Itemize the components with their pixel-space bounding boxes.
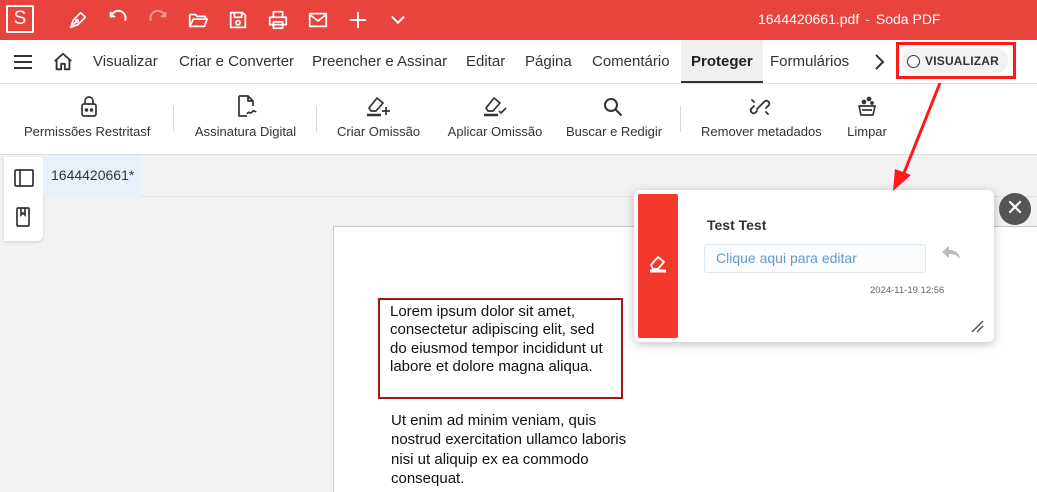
comment-date: 2024-11-19 12:56 (870, 285, 945, 296)
ribbon-label: Criar Omissão (337, 124, 421, 139)
redaction-paragraph[interactable]: Lorem ipsum dolor sit amet, consectetur … (378, 298, 623, 399)
eraser-check-icon (447, 84, 543, 120)
chevron-down-icon[interactable] (386, 8, 410, 32)
title-bar: S 1644420661.pdf - Soda PDF (0, 0, 1037, 40)
search-icon (566, 84, 660, 120)
print-icon[interactable] (266, 8, 290, 32)
ribbon-aplicar-omissao-button[interactable]: Aplicar Omissão (447, 84, 543, 154)
pen-icon[interactable] (66, 8, 90, 32)
ribbon-label: Aplicar Omissão (447, 124, 543, 139)
plus-icon[interactable] (346, 8, 370, 32)
ribbon-label: Permissões Restritasf (24, 124, 151, 139)
ribbon-buscar-redigir-button[interactable]: Buscar e Redigir (566, 84, 663, 154)
resize-handle-icon[interactable] (970, 319, 984, 338)
save-icon[interactable] (226, 8, 250, 32)
clean-icon (847, 84, 887, 120)
ribbon-label: Limpar (847, 124, 887, 139)
close-icon (1008, 200, 1022, 219)
app-name: Soda PDF (875, 11, 941, 27)
ribbon-criar-omissao-button[interactable]: Criar Omissão (337, 84, 421, 154)
ribbon-remover-metadados-button[interactable]: Remover metadados (701, 84, 822, 154)
menu-editar[interactable]: Editar (466, 40, 505, 83)
left-panel-rail (4, 157, 43, 241)
home-icon[interactable] (52, 51, 74, 78)
ribbon-divider (173, 106, 174, 132)
file-name: 1644420661.pdf (758, 11, 860, 27)
ribbon-permissoes-button[interactable]: Permissões Restritasf (24, 84, 154, 154)
comment-edit-field[interactable]: Clique aqui para editar (704, 244, 926, 273)
menu-pagina[interactable]: Página (525, 40, 572, 83)
menu-visualizar[interactable]: Visualizar (93, 40, 158, 83)
ribbon-assinatura-button[interactable]: Assinatura Digital (194, 84, 297, 154)
hamburger-menu-icon[interactable] (12, 53, 34, 76)
window-title: 1644420661.pdf - Soda PDF (758, 11, 940, 27)
menu-formularios[interactable]: Formulários (770, 40, 849, 83)
comment-type-strip (638, 194, 678, 338)
menu-criar-converter[interactable]: Criar e Converter (179, 40, 294, 83)
ribbon-label: Remover metadados (701, 124, 822, 139)
folder-open-icon[interactable] (186, 8, 210, 32)
bookmark-icon[interactable] (14, 207, 34, 227)
ribbon-label: Buscar e Redigir (566, 124, 663, 139)
ribbon-divider (680, 106, 681, 132)
menu-comentario[interactable]: Comentário (592, 40, 670, 83)
ribbon-limpar-button[interactable]: Limpar (847, 84, 887, 154)
highlight-box (896, 42, 1016, 79)
ribbon-toolbar: Permissões Restritasf Assinatura Digital… (0, 84, 1037, 155)
ribbon-label: Assinatura Digital (194, 124, 297, 139)
close-popup-button[interactable] (999, 193, 1031, 225)
lock-icon (24, 84, 154, 120)
menu-proteger[interactable]: Proteger (681, 40, 763, 83)
unlink-icon (701, 84, 819, 120)
title-separator: - (865, 11, 870, 27)
menu-preencher-assinar[interactable]: Preencher e Assinar (312, 40, 447, 83)
eraser-plus-icon (337, 84, 419, 120)
document-tab[interactable]: 1644420661* (43, 155, 141, 197)
ribbon-divider (316, 106, 317, 132)
redo-icon (146, 8, 170, 32)
chevron-right-icon[interactable] (872, 53, 886, 76)
reply-icon[interactable] (940, 244, 962, 267)
body-paragraph: Ut enim ad minim veniam, quis nostrud ex… (391, 412, 627, 488)
menu-bar: Visualizar Criar e Converter Preencher e… (0, 40, 1037, 117)
signature-icon (194, 84, 297, 120)
panel-toggle-icon[interactable] (14, 169, 34, 189)
undo-icon[interactable] (106, 8, 130, 32)
eraser-icon (648, 251, 668, 282)
comment-popup: Test Test Clique aqui para editar 2024-1… (634, 190, 994, 342)
app-logo[interactable]: S (6, 5, 34, 33)
mail-icon[interactable] (306, 8, 330, 32)
comment-author: Test Test (707, 217, 767, 233)
